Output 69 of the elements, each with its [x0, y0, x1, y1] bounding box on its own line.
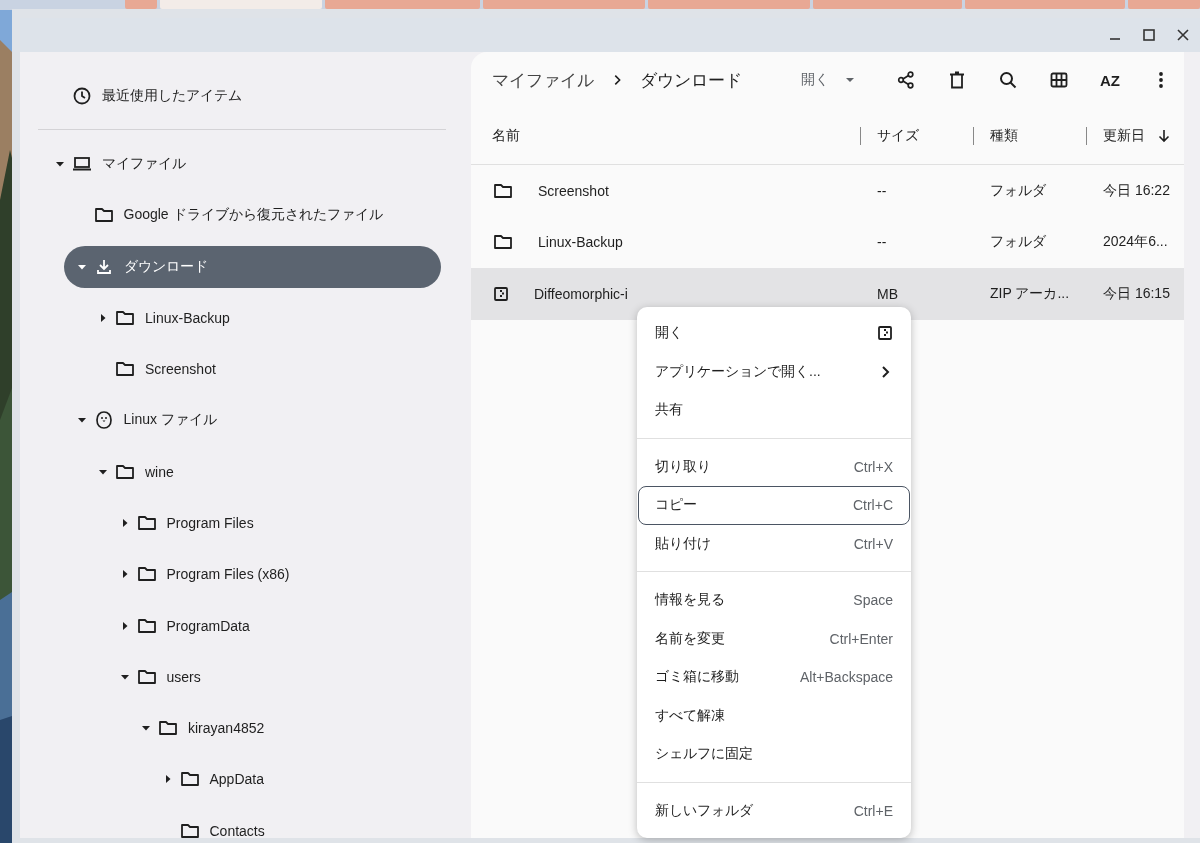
maximize-icon[interactable] — [1141, 27, 1157, 43]
sidebar-item[interactable]: wine — [85, 446, 441, 498]
sidebar-item[interactable]: Program Files (x86) — [106, 548, 441, 600]
sidebar-item[interactable]: Google ドライブから復元されたファイル — [63, 189, 441, 241]
column-header[interactable]: 種類 — [990, 127, 1018, 145]
sidebar-item[interactable]: マイファイル — [42, 138, 441, 190]
sidebar-item[interactable]: Linux-Backup — [85, 292, 441, 344]
column-header[interactable]: サイズ — [877, 127, 919, 145]
sidebar-item[interactable]: kirayan4852 — [128, 702, 441, 754]
modified-date: 2024年6... — [1103, 233, 1168, 250]
trash-icon[interactable] — [947, 70, 967, 90]
breadcrumb-item[interactable]: マイファイル — [492, 68, 594, 92]
menu-item[interactable]: 貼り付け Ctrl+V — [638, 524, 910, 563]
shortcut-label: Alt+Backspace — [800, 669, 893, 686]
file-size: MB — [877, 285, 898, 302]
sidebar-item[interactable]: AppData — [149, 753, 441, 806]
sidebar-item[interactable]: Screenshot — [85, 343, 441, 395]
menu-item[interactable]: 共有 — [638, 391, 910, 430]
penguin-icon — [93, 410, 114, 431]
column-header[interactable]: 更新日 — [1103, 127, 1145, 145]
file-type: ZIP アーカ... — [990, 284, 1070, 301]
sort-button[interactable]: AZ — [1100, 71, 1120, 89]
grid-icon[interactable] — [1049, 70, 1069, 90]
folder-icon — [136, 513, 157, 533]
file-size: -- — [877, 234, 887, 251]
menu-item[interactable]: コピー Ctrl+C — [638, 486, 910, 525]
shortcut-label: Ctrl+E — [853, 802, 893, 819]
file-type: フォルダ — [990, 181, 1046, 198]
menu-item[interactable]: すべて解凍 — [638, 696, 910, 735]
file-name: Linux-Backup — [538, 234, 623, 251]
menu-item[interactable]: 切り取り Ctrl+X — [638, 447, 910, 486]
menu-item[interactable]: ゴミ箱に移動 Alt+Backspace — [638, 658, 910, 697]
shortcut-label: Ctrl+V — [853, 535, 893, 552]
sidebar-item[interactable]: 最近使用したアイテム — [42, 70, 441, 122]
sidebar-item[interactable]: ダウンロード — [63, 245, 441, 288]
sidebar-item[interactable]: Program Files — [106, 497, 441, 549]
menu-item[interactable]: 名前を変更 Ctrl+Enter — [638, 619, 910, 658]
close-icon[interactable] — [1175, 27, 1191, 43]
file-name: Diffeomorphic-i — [534, 285, 628, 302]
menu-item[interactable]: 新しいフォルダ Ctrl+E — [638, 791, 910, 830]
archive-icon — [493, 285, 509, 302]
file-type: フォルダ — [990, 233, 1046, 250]
modified-date: 今日 16:22 — [1103, 181, 1170, 198]
open-dropdown[interactable]: 開く — [797, 65, 859, 95]
clock-icon — [72, 85, 92, 106]
breadcrumb-item[interactable]: ダウンロード — [640, 68, 742, 92]
archive-icon — [877, 325, 893, 342]
share-icon[interactable] — [896, 70, 916, 90]
file-row[interactable]: Linux-Backup -- フォルダ 2024年6... — [471, 216, 1184, 268]
menu-item[interactable]: シェルフに固定 — [638, 735, 910, 774]
sidebar-item[interactable]: users — [106, 651, 441, 703]
shortcut-label: Space — [853, 592, 893, 609]
sidebar-item[interactable]: Contacts — [149, 805, 441, 838]
sidebar-item[interactable]: Linux ファイル — [63, 394, 441, 447]
file-size: -- — [877, 182, 887, 199]
arrow-down-icon[interactable] — [1157, 129, 1171, 143]
menu-item[interactable]: アプリケーションで開く... — [638, 352, 910, 391]
shortcut-label: Ctrl+C — [852, 497, 893, 514]
sidebar-item[interactable]: ProgramData — [106, 599, 441, 652]
menu-item[interactable]: 情報を見る Space — [638, 581, 910, 620]
modified-date: 今日 16:15 — [1103, 284, 1170, 301]
search-icon[interactable] — [998, 70, 1018, 90]
shortcut-label: Ctrl+Enter — [829, 630, 893, 647]
column-header[interactable]: 名前 — [492, 127, 520, 145]
caret-right-icon[interactable] — [98, 312, 108, 323]
shortcut-label: Ctrl+X — [853, 458, 893, 475]
file-row[interactable]: Screenshot -- フォルダ 今日 16:22 — [471, 165, 1184, 217]
file-row[interactable]: Diffeomorphic-i MB ZIP アーカ... 今日 16:15 — [471, 268, 1184, 320]
file-name: Screenshot — [538, 182, 609, 199]
